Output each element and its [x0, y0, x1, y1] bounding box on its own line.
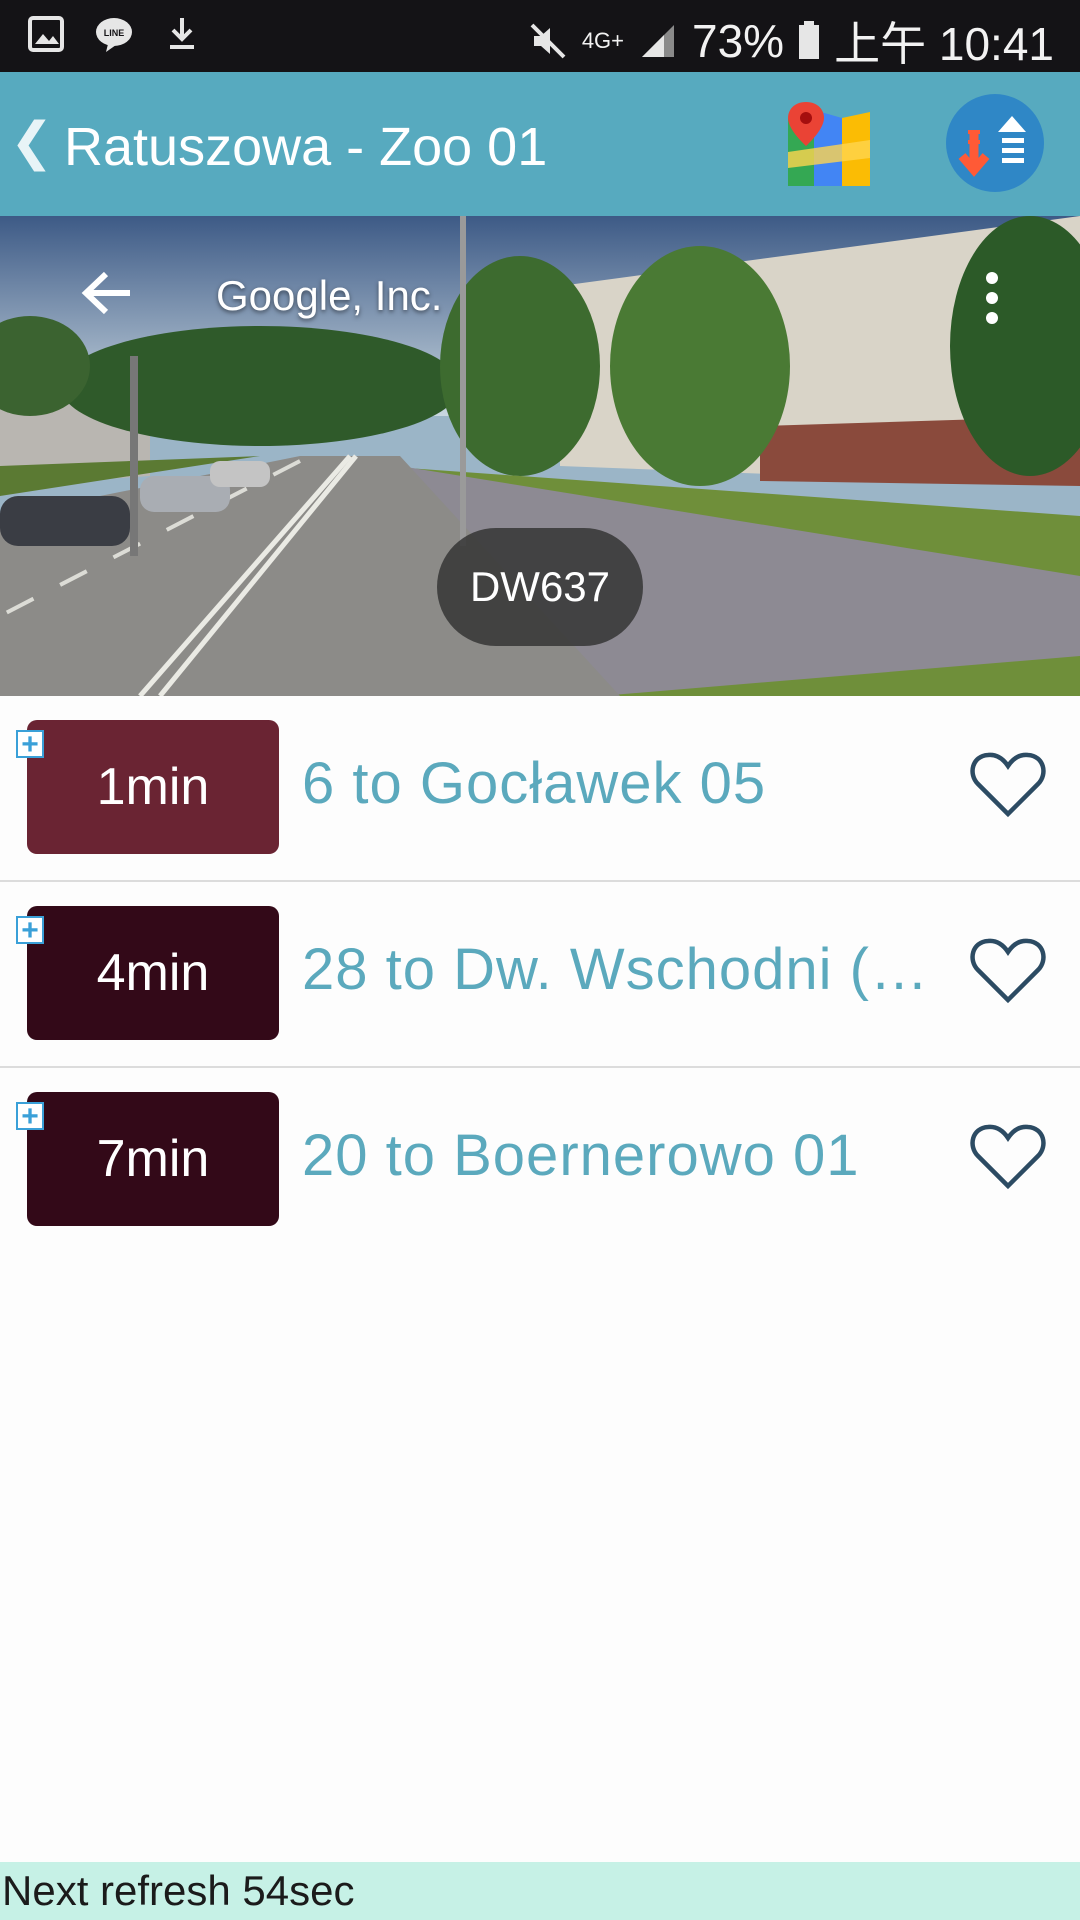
app-bar: ❮ Ratuszowa - Zoo 01: [0, 72, 1080, 216]
street-view-panel[interactable]: Google, Inc. DW637: [0, 216, 1080, 696]
system-icons: 4G+ 73% 上午 10:41: [528, 8, 1054, 74]
signal-icon: [642, 25, 675, 57]
svg-text:LINE: LINE: [104, 28, 125, 38]
network-type: 4G+: [581, 28, 625, 53]
road-label-badge: DW637: [437, 528, 643, 646]
eta-text: 7min: [96, 1130, 210, 1188]
status-bar: LINE 4G+ 73% 上午 10:41: [0, 0, 1080, 72]
battery-icon: [799, 21, 820, 59]
line-icon: LINE: [96, 18, 132, 52]
sort-arrows-icon: [958, 116, 1026, 177]
road-label-text: DW637: [469, 563, 611, 610]
eta-badge: 7min: [27, 1092, 279, 1226]
heart-icon[interactable]: [970, 750, 1046, 820]
route-row[interactable]: 7min + 20 to Boernerowo 01: [0, 1068, 1080, 1252]
mute-icon: [530, 23, 566, 59]
route-name: 20 to Boernerowo 01: [302, 1123, 860, 1188]
eta-text: 1min: [96, 758, 210, 816]
eta-badge: 1min: [27, 720, 279, 854]
add-icon[interactable]: +: [16, 1102, 44, 1132]
route-name: 6 to Gocławek 05: [302, 751, 767, 816]
more-options-icon[interactable]: [986, 272, 1000, 332]
add-icon[interactable]: +: [16, 916, 44, 946]
route-name: 28 to Dw. Wschodni (Kijowska) 02: [302, 937, 942, 1002]
back-chevron-icon[interactable]: ❮: [10, 112, 54, 172]
sort-button[interactable]: [946, 94, 1044, 192]
gallery-icon: [28, 16, 64, 52]
notification-icons: LINE: [26, 14, 202, 54]
page-title: Ratuszowa - Zoo 01: [64, 117, 548, 177]
clock: 上午 10:41: [834, 18, 1054, 70]
heart-icon[interactable]: [970, 1122, 1046, 1192]
street-view-back-arrow-icon[interactable]: [80, 266, 134, 320]
eta-text: 4min: [96, 944, 210, 1002]
add-icon[interactable]: +: [16, 730, 44, 760]
battery-percent: 73%: [692, 15, 785, 67]
map-icon[interactable]: [784, 102, 874, 192]
refresh-countdown: Next refresh 54sec: [0, 1862, 1080, 1920]
route-row[interactable]: 4min + 28 to Dw. Wschodni (Kijowska) 02: [0, 882, 1080, 1068]
eta-badge: 4min: [27, 906, 279, 1040]
street-view-attribution: Google, Inc.: [216, 272, 443, 319]
download-icon: [170, 18, 194, 49]
heart-icon[interactable]: [970, 936, 1046, 1006]
arrivals-list: 1min + 6 to Gocławek 05 4min + 28 to Dw.…: [0, 696, 1080, 1252]
route-row[interactable]: 1min + 6 to Gocławek 05: [0, 696, 1080, 882]
